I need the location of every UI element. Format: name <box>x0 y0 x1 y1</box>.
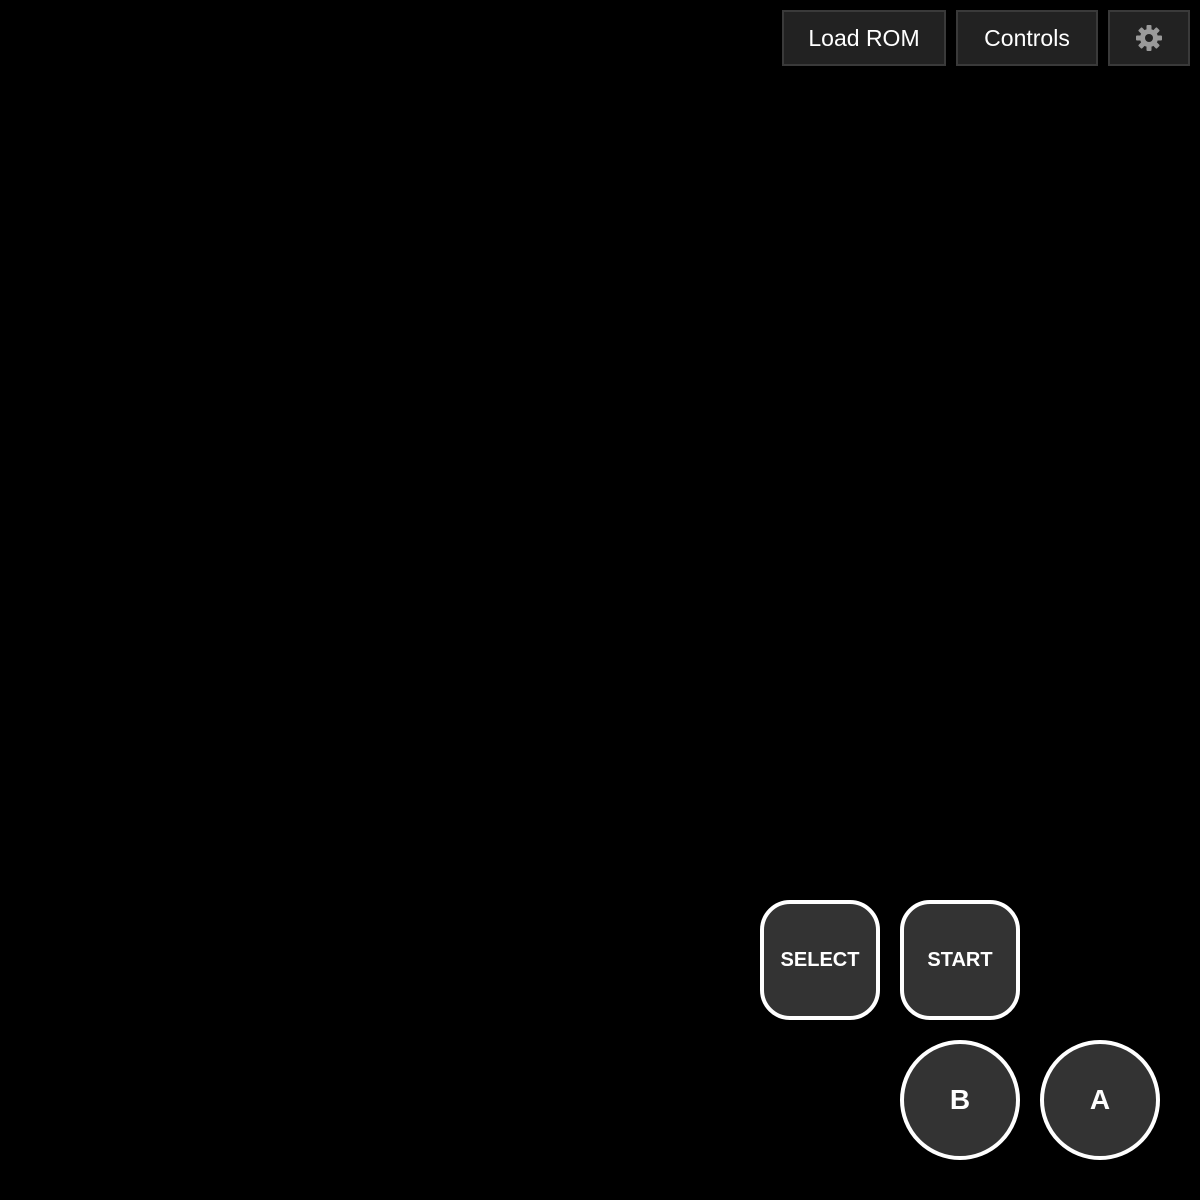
top-toolbar: Load ROM Controls <box>782 10 1190 66</box>
game-display[interactable] <box>0 0 1200 1200</box>
emulator-screen: Load ROM Controls SELECT START B A <box>0 0 1200 1200</box>
b-button[interactable]: B <box>900 1040 1020 1160</box>
controls-button[interactable]: Controls <box>956 10 1098 66</box>
load-rom-button[interactable]: Load ROM <box>782 10 946 66</box>
a-button[interactable]: A <box>1040 1040 1160 1160</box>
gear-icon <box>1135 24 1163 52</box>
select-button[interactable]: SELECT <box>760 900 880 1020</box>
start-button[interactable]: START <box>900 900 1020 1020</box>
settings-button[interactable] <box>1108 10 1190 66</box>
